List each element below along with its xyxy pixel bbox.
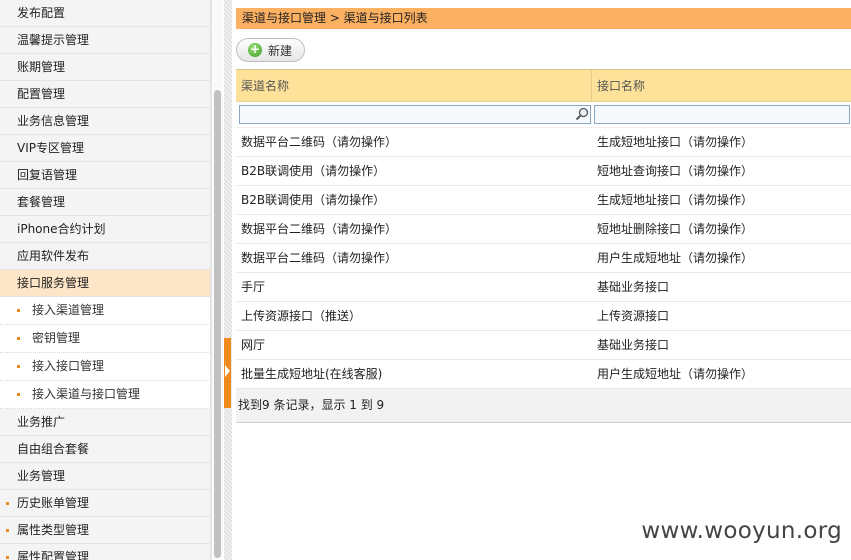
cell-interface: 用户生成短地址（请勿操作）	[597, 251, 754, 265]
new-button[interactable]: + 新建	[236, 38, 305, 62]
table-row[interactable]: 数据平台二维码（请勿操作） 用户生成短地址（请勿操作）	[236, 244, 851, 273]
sidebar-subitem[interactable]: 接入渠道与接口管理	[0, 381, 210, 409]
sidebar-item[interactable]: 账期管理	[0, 54, 210, 81]
watermark: www.wooyun.org	[641, 518, 842, 544]
cell-channel: 批量生成短地址(在线客服)	[241, 367, 383, 381]
cell-channel: 网厅	[241, 338, 266, 352]
new-button-label: 新建	[268, 43, 293, 58]
table-row[interactable]: 网厅 基础业务接口	[236, 331, 851, 360]
filter-row	[236, 102, 851, 128]
cell-interface: 短地址删除接口（请勿操作）	[597, 222, 754, 236]
sidebar-item[interactable]: 配置管理	[0, 81, 210, 108]
cell-channel: 数据平台二维码（请勿操作）	[241, 135, 398, 149]
sidebar-item-active[interactable]: 接口服务管理	[0, 270, 210, 297]
plus-icon: +	[248, 42, 262, 57]
column-header-channel[interactable]: 渠道名称	[236, 70, 592, 101]
cell-interface: 基础业务接口	[597, 280, 670, 294]
cell-channel: B2B联调使用（请勿操作）	[241, 164, 386, 178]
cell-interface: 上传资源接口	[597, 309, 670, 323]
sidebar-scrollbar-thumb[interactable]	[214, 90, 221, 558]
sidebar-item[interactable]: 温馨提示管理	[0, 27, 210, 54]
sidebar-item[interactable]: 业务管理	[0, 463, 210, 490]
cell-interface: 用户生成短地址（请勿操作）	[597, 367, 754, 381]
table-row[interactable]: 数据平台二维码（请勿操作） 短地址删除接口（请勿操作）	[236, 215, 851, 244]
cell-channel: 数据平台二维码（请勿操作）	[241, 251, 398, 265]
cell-interface: 基础业务接口	[597, 338, 670, 352]
cell-channel: 数据平台二维码（请勿操作）	[241, 222, 398, 236]
panel-splitter[interactable]	[224, 0, 232, 560]
sidebar-item[interactable]: 套餐管理	[0, 189, 210, 216]
search-icon[interactable]	[575, 107, 589, 121]
table-row[interactable]: 数据平台二维码（请勿操作） 生成短地址接口（请勿操作）	[236, 128, 851, 157]
breadcrumb: 渠道与接口管理 > 渠道与接口列表	[236, 8, 851, 29]
cell-channel: B2B联调使用（请勿操作）	[241, 193, 386, 207]
sidebar-item[interactable]: 发布配置	[0, 0, 210, 27]
sidebar-item[interactable]: 业务信息管理	[0, 108, 210, 135]
main-content: 渠道与接口管理 > 渠道与接口列表 + 新建 渠道名称 接口名称 数据平台二维码…	[236, 0, 851, 560]
channel-filter-input[interactable]	[239, 105, 591, 124]
arrow-right-icon	[225, 365, 230, 377]
cell-channel: 手厅	[241, 280, 266, 294]
column-header-interface[interactable]: 接口名称	[592, 70, 851, 101]
sidebar-subitem[interactable]: 接入接口管理	[0, 353, 210, 381]
data-grid: 渠道名称 接口名称 数据平台二维码（请勿操作） 生成短地址接口（请勿操作） B2…	[236, 69, 851, 423]
table-row[interactable]: 手厅 基础业务接口	[236, 273, 851, 302]
sidebar-item[interactable]: 自由组合套餐	[0, 436, 210, 463]
table-row[interactable]: B2B联调使用（请勿操作） 生成短地址接口（请勿操作）	[236, 186, 851, 215]
sidebar-item[interactable]: 属性配置管理	[0, 544, 210, 560]
table-row[interactable]: 批量生成短地址(在线客服) 用户生成短地址（请勿操作）	[236, 360, 851, 389]
grid-footer-status: 找到9 条记录，显示 1 到 9	[236, 389, 851, 423]
sidebar-item[interactable]: iPhone合约计划	[0, 216, 210, 243]
sidebar-item[interactable]: 应用软件发布	[0, 243, 210, 270]
channel-filter-cell	[236, 105, 591, 127]
sidebar-subitem[interactable]: 密钥管理	[0, 325, 210, 353]
sidebar-item[interactable]: 回复语管理	[0, 162, 210, 189]
sidebar-subitem[interactable]: 接入渠道管理	[0, 297, 210, 325]
cell-interface: 短地址查询接口（请勿操作）	[597, 164, 754, 178]
sidebar-nav: 发布配置 温馨提示管理 账期管理 配置管理 业务信息管理 VIP专区管理 回复语…	[0, 0, 211, 560]
table-row[interactable]: B2B联调使用（请勿操作） 短地址查询接口（请勿操作）	[236, 157, 851, 186]
sidebar-item[interactable]: 属性类型管理	[0, 517, 210, 544]
sidebar-item[interactable]: 历史账单管理	[0, 490, 210, 517]
sidebar-item[interactable]: VIP专区管理	[0, 135, 210, 162]
grid-header: 渠道名称 接口名称	[236, 70, 851, 102]
cell-interface: 生成短地址接口（请勿操作）	[597, 135, 754, 149]
table-row[interactable]: 上传资源接口（推送） 上传资源接口	[236, 302, 851, 331]
interface-filter-cell	[591, 105, 850, 127]
cell-interface: 生成短地址接口（请勿操作）	[597, 193, 754, 207]
interface-filter-input[interactable]	[594, 105, 850, 124]
cell-channel: 上传资源接口（推送）	[241, 309, 362, 323]
sidebar-item[interactable]: 业务推广	[0, 409, 210, 436]
